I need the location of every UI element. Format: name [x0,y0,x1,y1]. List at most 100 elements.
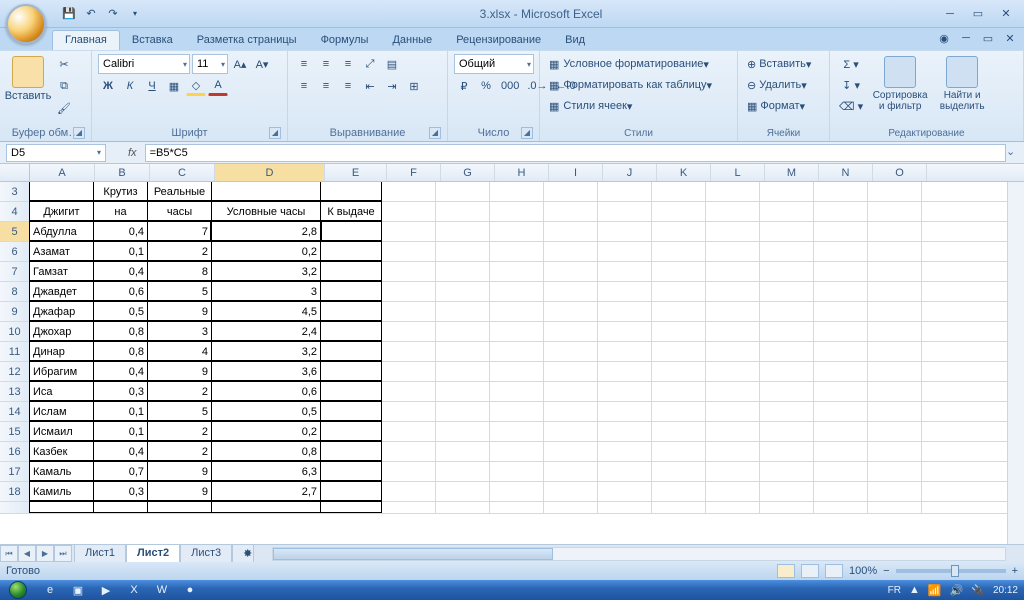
cut-icon[interactable]: ✂ [54,54,74,74]
cell-D16[interactable]: 0,8 [211,441,321,461]
align-middle-icon[interactable]: ≡ [316,54,336,74]
row-header-18[interactable]: 18 [0,482,30,501]
zoom-in-button[interactable]: + [1012,565,1018,577]
row-header-9[interactable]: 9 [0,302,30,321]
fill-icon[interactable]: ↧ ▾ [836,75,866,95]
currency-icon[interactable]: ₽ [454,76,474,96]
name-box[interactable]: D5▾ [6,144,106,162]
cell-A10[interactable]: Джохар [29,321,94,341]
cell-B13[interactable]: 0,3 [93,381,148,401]
format-as-table-button[interactable]: ▦ Форматировать как таблицу ▾ [546,75,736,95]
align-center-icon[interactable]: ≡ [316,76,336,96]
align-top-icon[interactable]: ≡ [294,54,314,74]
doc-restore-button[interactable]: ▭ [980,30,996,46]
sort-filter-button[interactable]: Сортировка и фильтр [870,54,930,114]
maximize-button[interactable]: ▭ [966,5,990,23]
row-header-13[interactable]: 13 [0,382,30,401]
clear-icon[interactable]: ⌫ ▾ [836,96,866,116]
cell-B6[interactable]: 0,1 [93,241,148,261]
cell-E6[interactable] [320,241,382,261]
column-header-L[interactable]: L [711,164,765,181]
tab-home[interactable]: Главная [52,30,120,50]
align-left-icon[interactable]: ≡ [294,76,314,96]
column-header-I[interactable]: I [549,164,603,181]
cell-B15[interactable]: 0,1 [93,421,148,441]
orientation-icon[interactable]: ⤢ [360,54,380,74]
help-icon[interactable]: ◉ [936,30,952,46]
cell-A13[interactable]: Иса [29,381,94,401]
increase-indent-icon[interactable]: ⇥ [382,76,402,96]
cell-E12[interactable] [320,361,382,381]
cell-E17[interactable] [320,461,382,481]
clipboard-dialog-launcher[interactable]: ◢ [73,127,85,139]
column-header-A[interactable]: A [30,164,95,181]
taskbar-media-icon[interactable]: ▶ [92,581,120,599]
cell-A6[interactable]: Азамат [29,241,94,261]
fill-color-button[interactable]: ◇ [186,76,206,96]
format-painter-icon[interactable]: 🖌 [54,98,74,118]
wrap-text-icon[interactable]: ▤ [382,54,402,74]
zoom-out-button[interactable]: − [883,565,889,577]
cell-C8[interactable]: 5 [147,281,212,301]
cell-A14[interactable]: Ислам [29,401,94,421]
cell-C9[interactable]: 9 [147,301,212,321]
tab-page-layout[interactable]: Разметка страницы [185,31,309,50]
cell-D11[interactable]: 3,2 [211,341,321,361]
doc-minimize-button[interactable]: ─ [958,30,974,46]
cell-B14[interactable]: 0,1 [93,401,148,421]
cell-A18[interactable]: Камиль [29,481,94,501]
cell-B5[interactable]: 0,4 [93,221,148,241]
cell-A8[interactable]: Джавдет [29,281,94,301]
cell-A9[interactable]: Джафар [29,301,94,321]
new-sheet-button[interactable]: ✸ [232,545,254,563]
row-header-5[interactable]: 5 [0,222,30,241]
fx-icon[interactable]: fx [128,147,137,159]
select-all-corner[interactable] [0,164,30,181]
zoom-slider[interactable] [896,569,1006,573]
sheet-tab-Лист1[interactable]: Лист1 [74,545,126,563]
tab-view[interactable]: Вид [553,31,597,50]
tab-data[interactable]: Данные [380,31,444,50]
cell-A5[interactable]: Абдулла [29,221,94,241]
vertical-scrollbar[interactable] [1007,182,1024,544]
increase-font-icon[interactable]: A▴ [230,54,250,74]
conditional-formatting-button[interactable]: ▦ Условное форматирование ▾ [546,54,736,74]
cell-D7[interactable]: 3,2 [211,261,321,281]
cell-D12[interactable]: 3,6 [211,361,321,381]
cell-E11[interactable] [320,341,382,361]
cell-D6[interactable]: 0,2 [211,241,321,261]
taskbar-explorer-icon[interactable]: ▣ [64,581,92,599]
row-header-12[interactable]: 12 [0,362,30,381]
cell-C17[interactable]: 9 [147,461,212,481]
row-header-16[interactable]: 16 [0,442,30,461]
close-button[interactable]: ✕ [994,5,1018,23]
cell-D18[interactable]: 2,7 [211,481,321,501]
qat-customize-icon[interactable]: ▾ [126,5,144,23]
cell-C6[interactable]: 2 [147,241,212,261]
taskbar-word-icon[interactable]: W [148,581,176,599]
sheet-tab-Лист3[interactable]: Лист3 [180,545,232,563]
cell-C15[interactable]: 2 [147,421,212,441]
number-dialog-launcher[interactable]: ◢ [521,127,533,139]
paste-button[interactable]: Вставить [6,54,50,104]
italic-button[interactable]: К [120,76,140,96]
copy-icon[interactable]: ⧉ [54,76,74,96]
network-icon[interactable]: 📶 [928,584,942,597]
normal-view-button[interactable] [777,564,795,578]
tab-review[interactable]: Рецензирование [444,31,553,50]
taskbar-firefox-icon[interactable]: ● [176,581,204,599]
column-header-D[interactable]: D [215,164,325,181]
cell-C18[interactable]: 9 [147,481,212,501]
cell-C10[interactable]: 3 [147,321,212,341]
find-select-button[interactable]: Найти и выделить [934,54,990,114]
taskbar-ie-icon[interactable]: e [36,581,64,599]
undo-icon[interactable]: ↶ [82,5,100,23]
percent-icon[interactable]: % [476,76,496,96]
cell-B12[interactable]: 0,4 [93,361,148,381]
row-header-11[interactable]: 11 [0,342,30,361]
cell-E5[interactable] [320,221,382,241]
cell-B16[interactable]: 0,4 [93,441,148,461]
volume-icon[interactable]: 🔊 [950,584,964,597]
cell-D5[interactable]: 2,8 [211,221,321,241]
cell-C13[interactable]: 2 [147,381,212,401]
